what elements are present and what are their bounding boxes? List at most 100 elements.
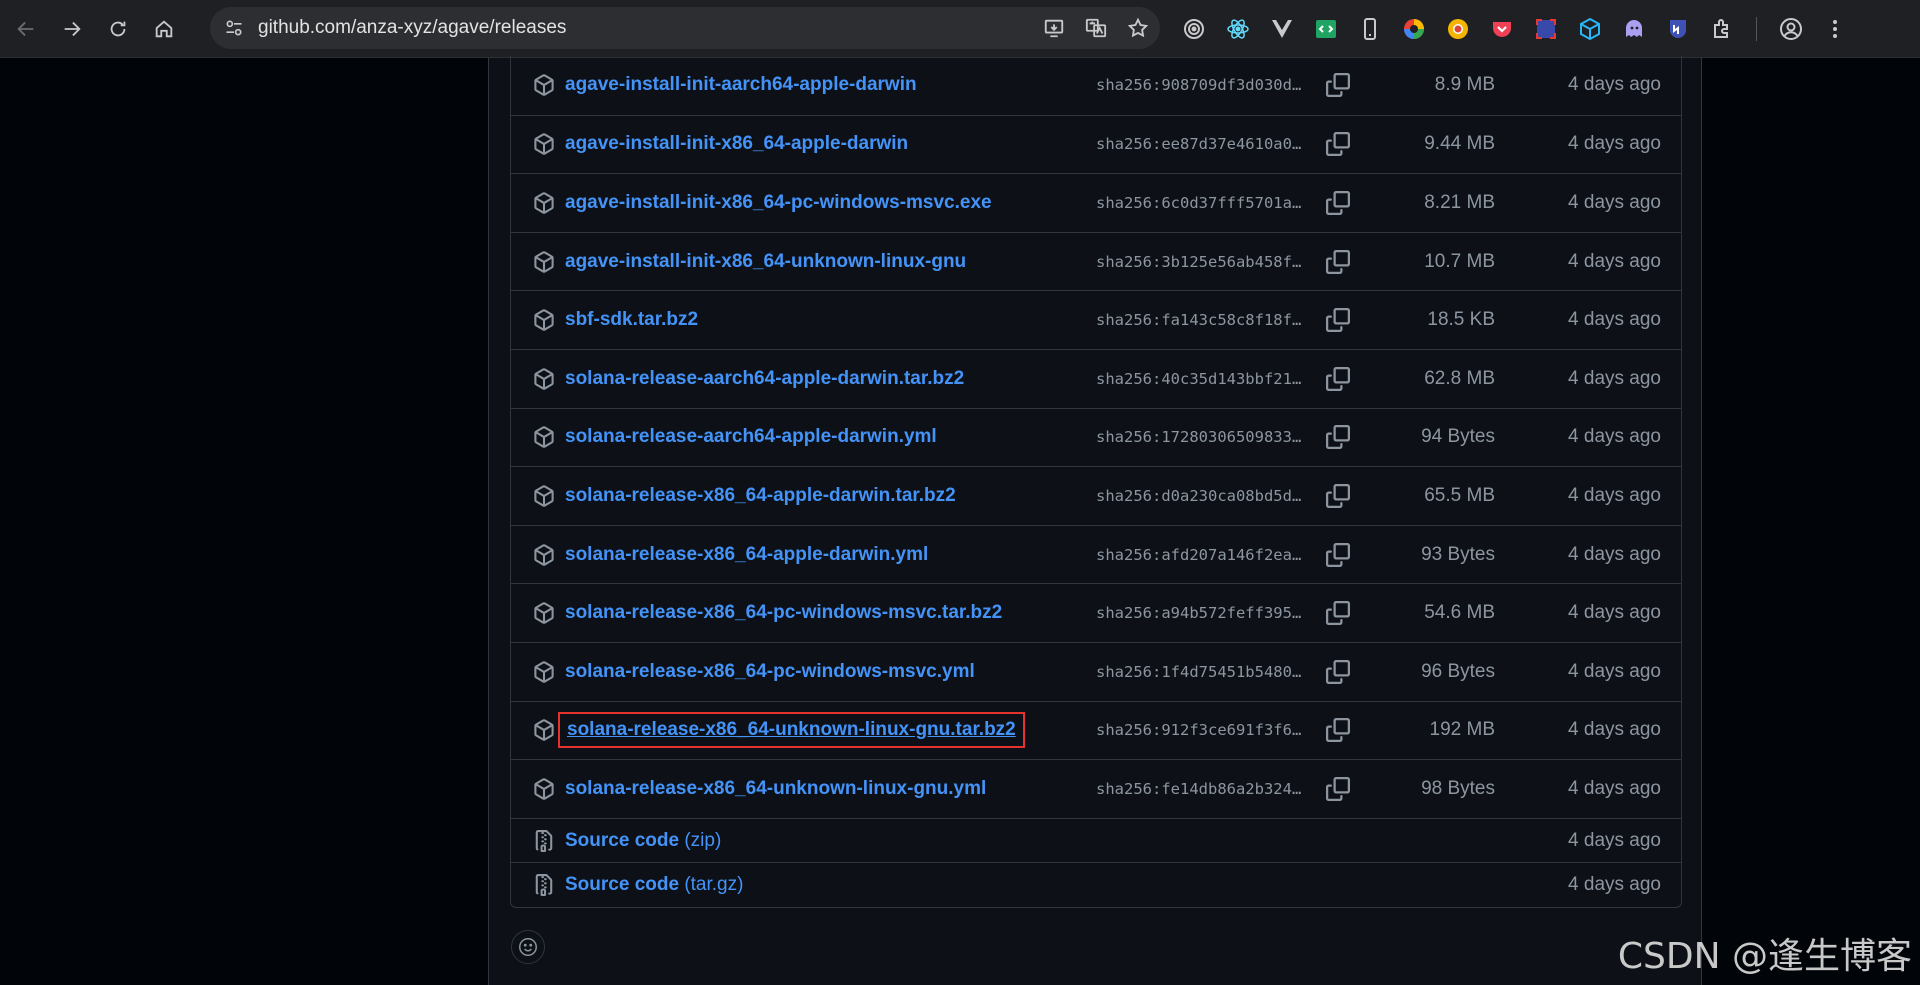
asset-sha256: sha256:fe14db86a2b324… [1096,779,1302,798]
extensions-puzzle-icon[interactable] [1706,13,1738,45]
asset-download-link[interactable]: solana-release-x86_64-pc-windows-msvc.ta… [565,602,1002,624]
extension-cube-icon[interactable] [1574,13,1606,45]
source-code-link[interactable]: Source code (tar.gz) [565,874,743,896]
copy-icon[interactable] [1326,249,1350,274]
copy-icon[interactable] [1326,483,1350,508]
asset-date: 4 days ago [1568,543,1661,565]
asset-row: solana-release-x86_64-unknown-linux-gnu.… [511,759,1681,818]
copy-icon[interactable] [1326,601,1350,626]
extension-capture-icon[interactable] [1530,13,1562,45]
asset-size: 96 Bytes [1421,660,1495,682]
package-icon [533,778,555,800]
package-icon [533,543,555,566]
asset-date: 4 days ago [1568,309,1661,331]
asset-size: 62.8 MB [1424,367,1495,389]
asset-date: 4 days ago [1568,660,1661,682]
extension-code-icon[interactable] [1310,13,1342,45]
asset-sha256: sha256:fa143c58c8f18f… [1096,311,1302,330]
copy-icon[interactable] [1326,132,1350,157]
copy-icon[interactable] [1326,366,1350,391]
asset-size: 10.7 MB [1424,250,1495,272]
asset-row: solana-release-x86_64-pc-windows-msvc.ta… [511,583,1681,642]
asset-date: 4 days ago [1568,367,1661,389]
asset-date: 4 days ago [1568,484,1661,506]
asset-download-link[interactable]: solana-release-x86_64-unknown-linux-gnu.… [565,778,986,800]
copy-icon[interactable] [1326,308,1350,333]
home-icon [155,19,173,37]
source-code-format: (zip) [684,829,722,851]
asset-row: solana-release-aarch64-apple-darwin.yml s… [511,407,1681,467]
asset-row: agave-install-init-aarch64-apple-darwin s… [511,56,1681,115]
extension-vue-icon[interactable] [1266,13,1298,45]
install-app-icon[interactable] [1040,14,1068,42]
site-settings-icon[interactable] [224,18,244,38]
copy-icon[interactable] [1326,659,1350,684]
copy-icon[interactable] [1326,425,1350,450]
asset-row: solana-release-x86_64-apple-darwin.yml sh… [511,524,1681,584]
browser-toolbar: github.com/anza-xyz/agave/releases [0,0,1920,58]
asset-download-link[interactable]: solana-release-x86_64-apple-darwin.yml [565,544,928,566]
extension-ghost-icon[interactable] [1618,13,1650,45]
release-page: agave-install-init-aarch64-apple-darwin s… [488,56,1702,985]
asset-sha256: sha256:a94b572feff395… [1096,604,1302,623]
package-icon [533,250,555,273]
extension-pocket-icon[interactable] [1486,13,1518,45]
asset-download-link[interactable]: solana-release-aarch64-apple-darwin.tar.… [565,368,964,390]
extension-mobile-icon[interactable] [1354,13,1386,45]
copy-icon[interactable] [1326,718,1350,743]
add-reaction-button[interactable] [511,930,545,964]
asset-size: 65.5 MB [1424,484,1495,506]
copy-icon[interactable] [1326,73,1350,98]
asset-size: 8.9 MB [1434,74,1495,96]
source-code-date: 4 days ago [1568,874,1661,896]
menu-kebab-icon[interactable] [1819,13,1851,45]
extensions-bar [1178,9,1851,49]
asset-size: 54.6 MB [1424,602,1495,624]
asset-download-link[interactable]: solana-release-x86_64-unknown-linux-gnu.… [558,712,1025,749]
url-text[interactable]: github.com/anza-xyz/agave/releases [258,17,566,39]
back-button[interactable] [6,9,46,49]
package-icon [533,192,555,214]
address-bar[interactable]: github.com/anza-xyz/agave/releases [210,7,1160,49]
extension-colorwheel-icon[interactable] [1398,13,1430,45]
asset-row: agave-install-init-x86_64-apple-darwin sh… [511,114,1681,174]
asset-sha256: sha256:40c35d143bbf21… [1096,369,1302,388]
asset-date: 4 days ago [1568,191,1661,213]
copy-icon[interactable] [1326,542,1350,567]
asset-download-link[interactable]: agave-install-init-x86_64-unknown-linux-… [565,251,966,273]
release-assets-list: agave-install-init-aarch64-apple-darwin s… [510,56,1682,908]
copy-icon[interactable] [1326,190,1350,215]
asset-row: solana-release-x86_64-unknown-linux-gnu.… [511,700,1681,760]
asset-sha256: sha256:912f3ce691f3f6… [1096,721,1302,740]
source-code-row: Source code (zip) 4 days ago [511,817,1681,863]
package-icon [533,74,555,97]
extension-react-icon[interactable] [1222,13,1254,45]
translate-icon[interactable] [1082,14,1110,42]
asset-date: 4 days ago [1568,602,1661,624]
bookmark-star-icon[interactable] [1124,14,1152,42]
home-button[interactable] [144,9,184,49]
asset-date: 4 days ago [1568,719,1661,741]
asset-date: 4 days ago [1568,74,1661,96]
extension-shield-icon[interactable] [1662,13,1694,45]
copy-icon[interactable] [1326,776,1350,801]
asset-download-link[interactable]: sbf-sdk.tar.bz2 [565,309,698,331]
asset-download-link[interactable]: solana-release-x86_64-pc-windows-msvc.ym… [565,661,975,683]
file-zip-icon [533,874,555,897]
forward-button[interactable] [52,9,92,49]
reload-button[interactable] [98,9,138,49]
smiley-icon [519,938,537,956]
asset-row: agave-install-init-x86_64-unknown-linux-… [511,231,1681,291]
asset-size: 18.5 KB [1427,309,1495,331]
source-code-link[interactable]: Source code (zip) [565,830,721,852]
asset-download-link[interactable]: agave-install-init-x86_64-apple-darwin [565,133,908,155]
asset-row: solana-release-x86_64-pc-windows-msvc.ym… [511,641,1681,701]
asset-download-link[interactable]: solana-release-aarch64-apple-darwin.yml [565,426,937,448]
asset-download-link[interactable]: agave-install-init-aarch64-apple-darwin [565,74,917,96]
profile-icon[interactable] [1775,13,1807,45]
extension-target-icon[interactable] [1178,13,1210,45]
extension-chrome-icon[interactable] [1442,13,1474,45]
asset-download-link[interactable]: agave-install-init-x86_64-pc-windows-msv… [565,192,992,214]
asset-download-link[interactable]: solana-release-x86_64-apple-darwin.tar.b… [565,485,956,507]
asset-date: 4 days ago [1568,777,1661,799]
